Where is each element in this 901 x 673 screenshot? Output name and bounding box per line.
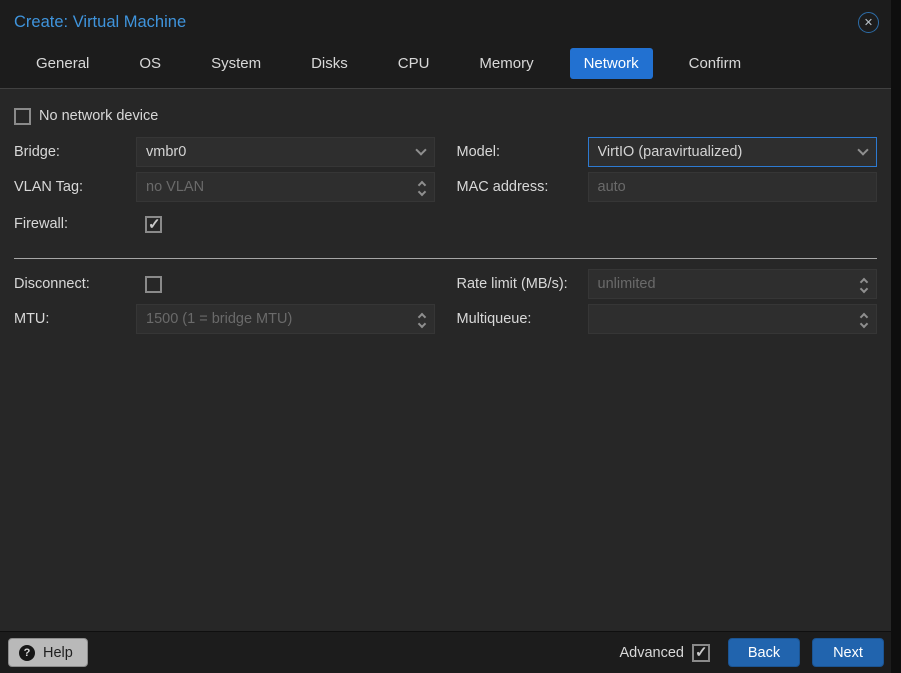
tab-disks[interactable]: Disks [297,48,362,79]
tab-os[interactable]: OS [125,48,175,79]
chevron-down-icon[interactable] [857,137,869,167]
no-network-device-row: No network device [14,106,877,126]
mac-input[interactable] [587,172,877,202]
firewall-label: Firewall: [14,216,68,232]
titlebar: Create: Virtual Machine ✕ [0,0,891,45]
model-label: Model: [456,144,501,160]
model-input[interactable] [587,137,877,167]
disconnect-field-group: Disconnect: [14,269,435,299]
tab-network[interactable]: Network [569,48,653,79]
tab-confirm[interactable]: Confirm [675,48,756,79]
mac-label: MAC address: [456,179,549,195]
chevron-down-icon[interactable] [414,137,427,167]
spinner-up-down-icon[interactable] [859,269,869,299]
question-mark-icon: ? [19,644,35,661]
multiqueue-spinner-field [587,304,877,334]
advanced-checkbox[interactable] [692,643,710,662]
mtu-spinner-field [136,304,435,334]
help-button-label: Help [43,644,73,661]
multiqueue-input[interactable] [587,304,877,334]
mtu-label: MTU: [14,311,50,327]
model-combo [587,137,877,167]
rate-limit-label: Rate limit (MB/s): [456,276,568,292]
spinner-up-down-icon[interactable] [417,304,426,334]
tab-bar: General OS System Disks CPU Memory Netwo… [0,45,891,88]
vlan-label: VLAN Tag: [14,179,84,195]
bridge-label: Bridge: [14,144,60,160]
no-network-device-checkbox[interactable] [14,107,31,125]
tab-memory[interactable]: Memory [465,48,547,79]
network-form: No network device Bridge: Model: VLAN T [0,89,891,631]
rate-limit-input[interactable] [587,269,877,299]
mtu-field-group: MTU: [14,304,435,334]
vlan-field-group: VLAN Tag: [14,172,435,202]
bridge-field-group: Bridge: [14,137,435,167]
rate-limit-spinner-field [587,269,877,299]
mac-field [587,172,877,202]
bridge-input[interactable] [136,137,435,167]
bridge-combo [136,137,435,167]
advanced-section-divider [14,258,877,259]
firewall-checkbox[interactable] [145,215,162,233]
disconnect-checkbox[interactable] [145,275,162,293]
mac-field-group: MAC address: [456,172,877,202]
tab-system[interactable]: System [197,48,275,79]
mtu-input[interactable] [136,304,435,334]
advanced-label: Advanced [619,644,685,661]
tab-general[interactable]: General [22,48,103,79]
rate-limit-field-group: Rate limit (MB/s): [456,269,877,299]
spinner-up-down-icon[interactable] [859,304,869,334]
spinner-up-down-icon[interactable] [417,172,426,202]
create-vm-dialog: Create: Virtual Machine ✕ General OS Sys… [0,0,891,673]
multiqueue-field-group: Multiqueue: [456,304,877,334]
firewall-row: Firewall: [14,209,877,239]
back-button[interactable]: Back [728,638,800,667]
disconnect-label: Disconnect: [14,276,90,292]
multiqueue-label: Multiqueue: [456,311,532,327]
close-icon[interactable]: ✕ [858,12,879,33]
help-button[interactable]: ? Help [8,638,88,667]
vlan-spinner-field [136,172,435,202]
dialog-title: Create: Virtual Machine [14,13,187,31]
no-network-device-label: No network device [39,108,159,124]
tab-cpu[interactable]: CPU [384,48,444,79]
vlan-input[interactable] [136,172,435,202]
dialog-footer: ? Help Advanced Back Next [0,631,891,673]
next-button[interactable]: Next [812,638,884,667]
dialog-header: Create: Virtual Machine ✕ General OS Sys… [0,0,891,89]
model-field-group: Model: [456,137,877,167]
